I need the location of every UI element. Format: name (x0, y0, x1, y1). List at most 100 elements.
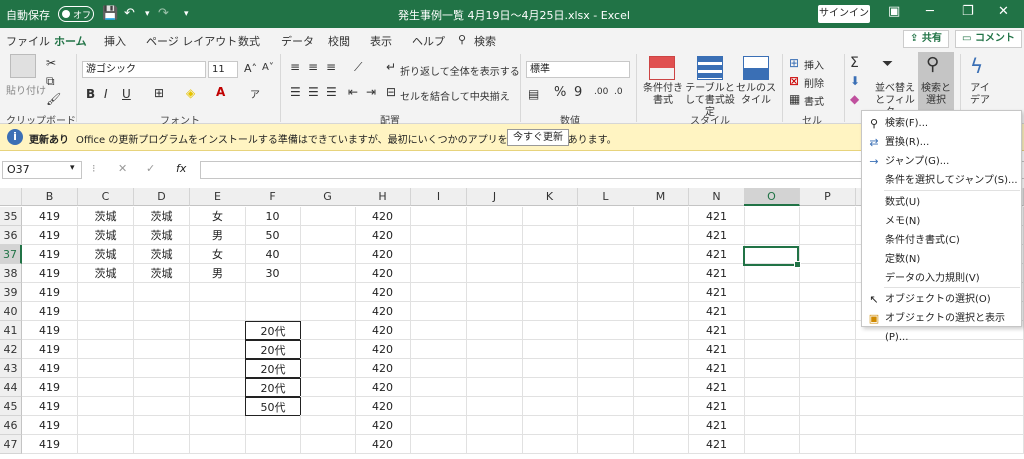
menu-item[interactable]: 条件を選択してジャンプ(S)... (862, 171, 1021, 190)
cell-f41[interactable]: 20代 (245, 321, 301, 340)
cell-m40[interactable] (633, 302, 689, 321)
cell-g40[interactable] (300, 302, 356, 321)
cell-i42[interactable] (411, 340, 467, 359)
cell-e37[interactable]: 女 (190, 245, 246, 264)
cell-f37[interactable]: 40 (245, 245, 301, 264)
cell-m45[interactable] (633, 397, 689, 416)
cell-d37[interactable]: 茨城 (134, 245, 190, 264)
cell-p41[interactable] (800, 321, 856, 340)
cell-o35[interactable] (744, 207, 800, 226)
cell-c35[interactable]: 茨城 (78, 207, 134, 226)
cell-j41[interactable] (467, 321, 523, 340)
column-header-o[interactable]: O (744, 188, 800, 206)
menu-item[interactable]: ▣ オブジェクトの選択と表示(P)... (862, 309, 1021, 343)
cell-l46[interactable] (578, 416, 634, 435)
cell-p37[interactable] (800, 245, 856, 264)
cell-h43[interactable]: 420 (355, 359, 411, 378)
cell-o42[interactable] (744, 340, 800, 359)
sort-filter-icon[interactable]: ⏷ (882, 56, 893, 72)
merge-center-icon[interactable]: ⊟ (386, 85, 396, 99)
cell-n46[interactable]: 421 (689, 416, 745, 435)
menu-item[interactable]: ⇄ 置換(R)... (862, 133, 1021, 152)
cell-o38[interactable] (744, 264, 800, 283)
cell-m35[interactable] (633, 207, 689, 226)
cell-e47[interactable] (190, 435, 246, 454)
cell-n39[interactable]: 421 (689, 283, 745, 302)
cell-h39[interactable]: 420 (355, 283, 411, 302)
cell-i40[interactable] (411, 302, 467, 321)
align-middle-icon[interactable]: ≡ (308, 60, 318, 74)
font-size-select[interactable]: 11 (208, 61, 238, 78)
find-select-icon[interactable]: ⚲ (926, 54, 939, 75)
cell-h41[interactable]: 420 (355, 321, 411, 340)
cell-i41[interactable] (411, 321, 467, 340)
cell-k44[interactable] (522, 378, 578, 397)
cell-l41[interactable] (578, 321, 634, 340)
cell-o45[interactable] (744, 397, 800, 416)
cancel-icon[interactable]: ✕ (118, 162, 127, 175)
cut-icon[interactable]: ✂ (46, 56, 56, 70)
cell-h40[interactable]: 420 (355, 302, 411, 321)
cell-f44[interactable]: 20代 (245, 378, 301, 397)
cell-p39[interactable] (800, 283, 856, 302)
cell-f42[interactable]: 20代 (245, 340, 301, 359)
phonetic-icon[interactable]: ア (250, 86, 260, 101)
align-top-icon[interactable]: ≡ (290, 60, 300, 74)
search-icon[interactable]: ⚲ (458, 33, 466, 46)
cell-c44[interactable] (78, 378, 134, 397)
cell-h47[interactable]: 420 (355, 435, 411, 454)
cell-h45[interactable]: 420 (355, 397, 411, 416)
italic-button[interactable]: I (104, 87, 108, 101)
cell-g38[interactable] (300, 264, 356, 283)
tab-file[interactable]: ファイル (6, 33, 50, 49)
menu-item[interactable]: 数式(U) (862, 193, 1021, 212)
column-header-e[interactable]: E (190, 188, 246, 206)
decrease-font-icon[interactable]: A˅ (262, 62, 274, 73)
share-button[interactable]: ⇪ 共有 (903, 30, 949, 48)
increase-indent-icon[interactable]: ⇥ (366, 85, 376, 99)
cell-j44[interactable] (467, 378, 523, 397)
insert-cells-button[interactable]: 挿入 (804, 57, 824, 72)
cell-b42[interactable]: 419 (22, 340, 78, 359)
cell-d45[interactable] (134, 397, 190, 416)
cell-styles-icon[interactable] (743, 56, 769, 80)
row-header[interactable]: 47 (0, 435, 22, 454)
cell-e36[interactable]: 男 (190, 226, 246, 245)
cell-b47[interactable]: 419 (22, 435, 78, 454)
align-left-icon[interactable]: ☰ (290, 85, 301, 99)
cell-m42[interactable] (633, 340, 689, 359)
fill-icon[interactable]: ⬇ (850, 74, 860, 88)
number-format-select[interactable]: 標準 (526, 61, 630, 78)
tab-review[interactable]: 校閲 (328, 33, 350, 49)
cell-g44[interactable] (300, 378, 356, 397)
cell-p46[interactable] (800, 416, 856, 435)
cell-p38[interactable] (800, 264, 856, 283)
cell-j46[interactable] (467, 416, 523, 435)
cell-g35[interactable] (300, 207, 356, 226)
close-button[interactable]: ✕ (998, 4, 1009, 19)
row-header[interactable]: 38 (0, 264, 22, 283)
cell-o44[interactable] (744, 378, 800, 397)
redo-icon[interactable]: ↷ (158, 6, 169, 21)
cell-p40[interactable] (800, 302, 856, 321)
cell-b41[interactable]: 419 (22, 321, 78, 340)
tab-view[interactable]: 表示 (370, 33, 392, 49)
cell-h35[interactable]: 420 (355, 207, 411, 226)
cell-g45[interactable] (300, 397, 356, 416)
align-right-icon[interactable]: ☰ (326, 85, 337, 99)
select-all-corner[interactable] (0, 188, 22, 206)
cell-d46[interactable] (134, 416, 190, 435)
cell-l43[interactable] (578, 359, 634, 378)
cell-f36[interactable]: 50 (245, 226, 301, 245)
cell-m38[interactable] (633, 264, 689, 283)
clear-icon[interactable]: ◆ (850, 92, 859, 106)
cell-b40[interactable]: 419 (22, 302, 78, 321)
menu-item[interactable]: データの入力規則(V) (862, 269, 1021, 288)
tab-home[interactable]: ホーム (54, 33, 87, 55)
cell-c45[interactable] (78, 397, 134, 416)
align-bottom-icon[interactable]: ≡ (326, 60, 336, 74)
minimize-button[interactable]: ─ (926, 4, 934, 19)
cell-n40[interactable]: 421 (689, 302, 745, 321)
restore-button[interactable]: ❐ (962, 4, 974, 19)
cell-b44[interactable]: 419 (22, 378, 78, 397)
